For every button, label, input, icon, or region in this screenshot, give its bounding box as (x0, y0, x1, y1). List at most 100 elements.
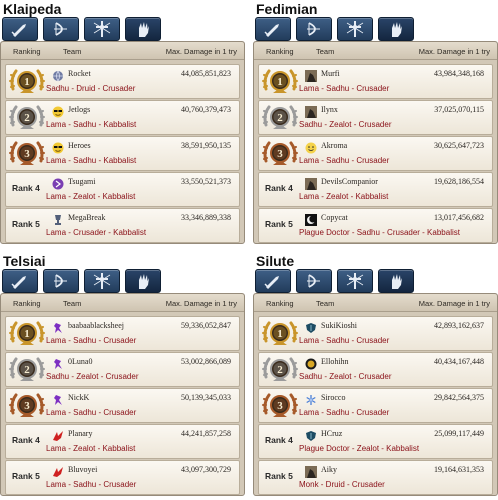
rank-medal-3-icon: 3 (262, 139, 298, 169)
ranking-row[interactable]: Rank 5 Bluvoyei 43,097,300,729 Lama - Sadhu… (5, 460, 240, 495)
team-name: Rocket (68, 69, 91, 78)
tab-cross-staff[interactable] (84, 269, 120, 293)
tab-bow[interactable] (43, 17, 79, 41)
tab-bow[interactable] (296, 269, 332, 293)
tab-cross-staff[interactable] (84, 17, 120, 41)
max-damage-value: 19,164,631,353 (434, 465, 484, 474)
red-wing-icon (52, 429, 64, 441)
rank-medal-3-icon: 3 (9, 139, 45, 169)
header-ranking: Ranking (13, 299, 41, 308)
team-name: Aiky (321, 465, 337, 474)
tab-hand[interactable] (378, 269, 414, 293)
class-tabs (0, 269, 245, 293)
tab-sword[interactable] (2, 269, 38, 293)
tab-sword[interactable] (255, 17, 291, 41)
rank-label: Rank 5 (265, 219, 293, 229)
ranking-row[interactable]: 2 Jetlogs 40,760,379,473 Lama - Sadhu - Kab… (5, 100, 240, 135)
server-panel-fedimian: Fedimian Ranking Team Max. Damage in 1 try 1… (253, 0, 498, 248)
smiley-icon (305, 141, 317, 154)
team-name: MegaBreak (68, 213, 106, 222)
max-damage-value: 53,002,866,089 (181, 357, 231, 366)
ranking-header: Ranking Team Max. Damage in 1 try (1, 42, 244, 60)
sunglasses-face-icon (52, 105, 64, 118)
sword-icon (11, 24, 26, 37)
team-classes: Lama - Crusader - Kabbalist (46, 228, 147, 237)
rank-label: Rank 4 (265, 435, 293, 445)
rank-medal-2-icon: 2 (9, 103, 45, 133)
sword-icon (11, 276, 26, 289)
team-name: 0Luna0 (68, 357, 93, 366)
max-damage-value: 43,097,300,729 (181, 465, 231, 474)
team-name: Sirocco (321, 393, 346, 402)
team-name: SukiKioshi (321, 321, 358, 330)
rank-medal-1-icon: 1 (9, 319, 45, 349)
rank-medal-2-icon: 2 (262, 103, 298, 133)
ranking-row[interactable]: Rank 4 DevilsCompanior 19,628,186,554 Lama … (258, 172, 493, 207)
tab-hand[interactable] (378, 17, 414, 41)
ranking-row[interactable]: Rank 5 MegaBreak 33,346,889,338 Lama - Crus… (5, 208, 240, 243)
gold-emblem-icon (305, 357, 317, 370)
ranking-row[interactable]: 1 Rocket 44,085,851,823 Sadhu - Druid - Cru… (5, 64, 240, 99)
ranking-row[interactable]: 3 Akroma 30,625,647,723 Lama - Sadhu - Crus… (258, 136, 493, 171)
tab-hand[interactable] (125, 17, 161, 41)
server-panel-klaipeda: Klaipeda Ranking Team Max. Damage in 1 try 1… (0, 0, 245, 248)
svg-text:1: 1 (277, 76, 283, 88)
ranking-row[interactable]: 3 Heroes 38,591,950,135 Lama - Sadhu - Kabb… (5, 136, 240, 171)
header-ranking: Ranking (13, 47, 41, 56)
team-name: DevilsCompanior (321, 177, 378, 186)
tab-bow[interactable] (43, 269, 79, 293)
team-classes: Lama - Sadhu - Crusader (299, 84, 390, 93)
class-tabs (253, 269, 498, 293)
tab-sword[interactable] (2, 17, 38, 41)
team-name: Murfi (321, 69, 340, 78)
team-name: Copycat (321, 213, 348, 222)
team-classes: Lama - Sadhu - Crusader (299, 408, 390, 417)
purple-emblem-icon (52, 177, 64, 190)
server-title: Klaipeda (3, 1, 62, 17)
header-ranking: Ranking (266, 47, 294, 56)
ranking-board: Ranking Team Max. Damage in 1 try 1 SukiKios… (253, 293, 498, 496)
ranking-row[interactable]: 3 NickK 50,139,345,033 Lama - Sadhu - Crusa… (5, 388, 240, 423)
rank-label: Rank 4 (12, 183, 40, 193)
tab-cross-staff[interactable] (337, 17, 373, 41)
svg-text:1: 1 (24, 328, 30, 340)
portrait-icon (305, 69, 317, 82)
ranking-row[interactable]: 2 Ilynx 37,025,070,115 Sadhu - Zealot - Cru… (258, 100, 493, 135)
team-classes: Sadhu - Zealot - Crusader (299, 120, 392, 129)
tab-hand[interactable] (125, 269, 161, 293)
tab-sword[interactable] (255, 269, 291, 293)
team-name: Jetlogs (68, 105, 91, 114)
server-panel-silute: Silute Ranking Team Max. Damage in 1 try 1 Su… (253, 252, 498, 500)
ranking-row[interactable]: 2 0Luna0 53,002,866,089 Sadhu - Zealot - Cr… (5, 352, 240, 387)
max-damage-value: 25,099,117,449 (434, 429, 484, 438)
cross-staff-icon (346, 21, 364, 37)
portrait-icon (305, 105, 317, 118)
tab-bow[interactable] (296, 17, 332, 41)
team-name: Heroes (68, 141, 91, 150)
purple-figure-icon (52, 321, 64, 333)
tab-cross-staff[interactable] (337, 269, 373, 293)
header-max-damage: Max. Damage in 1 try (165, 299, 237, 308)
ranking-row[interactable]: 2 Ellohihn 40,434,167,448 Sadhu - Zealot - … (258, 352, 493, 387)
max-damage-value: 33,346,889,338 (181, 213, 231, 222)
server-title: Telsiai (3, 253, 46, 269)
ranking-row[interactable]: 1 SukiKioshi 42,893,162,637 Lama - Sadhu - … (258, 316, 493, 351)
hand-icon (139, 274, 149, 289)
team-classes: Lama - Sadhu - Crusader (46, 408, 137, 417)
server-title: Silute (256, 253, 295, 269)
max-damage-value: 44,241,857,258 (181, 429, 231, 438)
max-damage-value: 33,550,521,373 (181, 177, 231, 186)
ranking-row[interactable]: Rank 4 Planary 44,241,857,258 Lama - Zealot… (5, 424, 240, 459)
ranking-row[interactable]: Rank 4 HCruz 25,099,117,449 Plague Doctor -… (258, 424, 493, 459)
ranking-row[interactable]: Rank 5 Aiky 19,164,631,353 Monk - Druid - C… (258, 460, 493, 495)
ranking-header: Ranking Team Max. Damage in 1 try (254, 294, 497, 312)
team-name: Tsugami (68, 177, 96, 186)
ranking-row[interactable]: Rank 5 Copycat 13,017,456,682 Plague Doctor… (258, 208, 493, 243)
header-max-damage: Max. Damage in 1 try (165, 47, 237, 56)
ranking-row[interactable]: Rank 4 Tsugami 33,550,521,373 Lama - Zealot… (5, 172, 240, 207)
ranking-row[interactable]: 1 baabaablacksheej 59,336,052,847 Lama - Sa… (5, 316, 240, 351)
ranking-row[interactable]: 1 Murfi 43,984,348,168 Lama - Sadhu - Crusa… (258, 64, 493, 99)
ranking-row[interactable]: 3 Sirocco 29,842,564,375 Lama - Sadhu - Cru… (258, 388, 493, 423)
ranking-board: Ranking Team Max. Damage in 1 try 1 Rocket 44… (0, 41, 245, 244)
cross-staff-icon (93, 273, 111, 289)
